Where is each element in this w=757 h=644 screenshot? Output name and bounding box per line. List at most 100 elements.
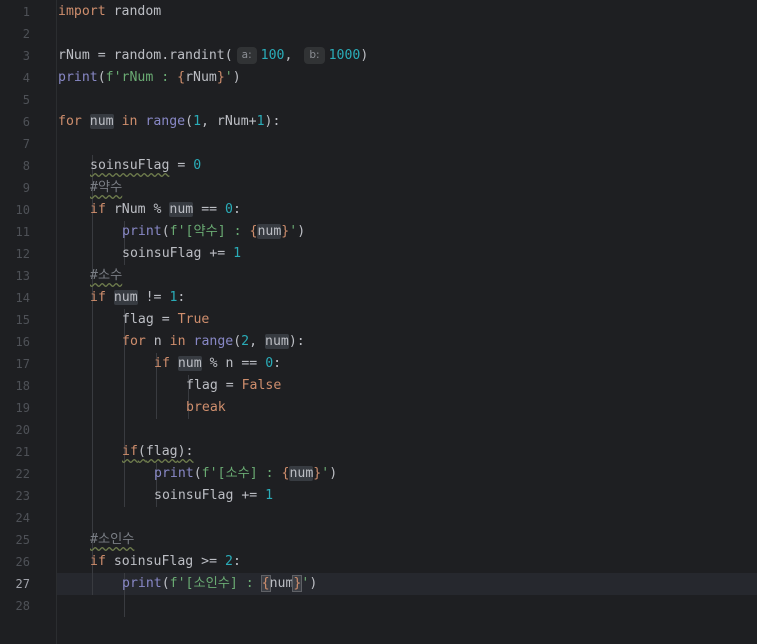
code-text: : bbox=[232, 554, 241, 569]
line-number[interactable]: 28 bbox=[0, 595, 30, 617]
code-text: != bbox=[137, 290, 170, 305]
highlighted-identifier: num bbox=[265, 334, 289, 349]
line-number[interactable]: 14 bbox=[0, 287, 30, 309]
code-text: random bbox=[105, 4, 162, 19]
code-line-18[interactable]: flag = False bbox=[186, 375, 281, 397]
code-text: ) bbox=[360, 48, 369, 63]
line-number[interactable]: 10 bbox=[0, 199, 30, 221]
line-number[interactable]: 17 bbox=[0, 353, 30, 375]
line-number[interactable]: 4 bbox=[0, 67, 30, 89]
builtin-function: print bbox=[122, 224, 162, 239]
code-editor[interactable]: 1 2 3 4 5 6 7 8 9 10 11 12 13 14 15 16 17 18 19 20 21 22 23 24 2… bbox=[0, 0, 757, 644]
keyword: break bbox=[186, 400, 226, 415]
code-text: ( bbox=[233, 334, 242, 349]
line-number[interactable]: 16 bbox=[0, 331, 30, 353]
line-number[interactable]: 25 bbox=[0, 529, 30, 551]
code-text: : bbox=[177, 290, 186, 305]
code-text: n bbox=[145, 334, 170, 349]
line-number[interactable]: 3 bbox=[0, 45, 30, 67]
string-literal: f'rNum : bbox=[105, 70, 178, 85]
code-area[interactable]: import random rNum = random.randint(a: 10… bbox=[57, 0, 757, 644]
line-number[interactable]: 9 bbox=[0, 177, 30, 199]
highlighted-identifier: num bbox=[169, 202, 194, 217]
code-line-17[interactable]: if num % n == 0: bbox=[154, 353, 281, 375]
code-text: soinsuFlag += bbox=[122, 246, 234, 261]
number-literal: 1000 bbox=[328, 48, 361, 63]
code-line-14[interactable]: if num != 1: bbox=[90, 287, 185, 309]
code-text: rNum bbox=[185, 70, 217, 85]
line-number[interactable]: 20 bbox=[0, 419, 30, 441]
line-number[interactable]: 7 bbox=[0, 133, 30, 155]
code-line-27[interactable]: print(f'[소인수] : {num}') bbox=[122, 573, 317, 595]
code-line-9[interactable]: #약수 bbox=[90, 177, 122, 199]
line-number[interactable]: 27 bbox=[0, 573, 30, 595]
line-number[interactable]: 13 bbox=[0, 265, 30, 287]
code-text: num bbox=[269, 576, 294, 591]
code-line-11[interactable]: print(f'[약수] : {num}') bbox=[122, 221, 305, 243]
code-line-10[interactable]: if rNum % num == 0: bbox=[90, 199, 241, 221]
line-number[interactable]: 23 bbox=[0, 485, 30, 507]
highlighted-identifier: num bbox=[289, 466, 314, 481]
number-literal: 1 bbox=[256, 114, 265, 129]
fstring-brace: { bbox=[177, 70, 186, 85]
line-number[interactable]: 1 bbox=[0, 1, 30, 23]
string-literal: ' bbox=[289, 224, 298, 239]
line-number[interactable]: 19 bbox=[0, 397, 30, 419]
builtin-function: print bbox=[58, 70, 98, 85]
line-number[interactable]: 11 bbox=[0, 221, 30, 243]
code-line-1[interactable]: import random bbox=[58, 1, 161, 23]
code-line-16[interactable]: for n in range(2, num): bbox=[122, 331, 305, 353]
line-number[interactable]: 26 bbox=[0, 551, 30, 573]
line-number[interactable]: 5 bbox=[0, 89, 30, 111]
string-literal: f'[약수] : bbox=[169, 224, 250, 239]
line-number[interactable]: 18 bbox=[0, 375, 30, 397]
builtin-function: print bbox=[122, 576, 162, 591]
line-number-gutter[interactable]: 1 2 3 4 5 6 7 8 9 10 11 12 13 14 15 16 17 18 19 20 21 22 23 24 2… bbox=[0, 0, 57, 644]
code-text: flag = bbox=[186, 378, 242, 393]
code-text: ( bbox=[97, 70, 106, 85]
code-line-4[interactable]: print(f'rNum : {rNum}') bbox=[58, 67, 241, 89]
line-number[interactable]: 2 bbox=[0, 23, 30, 45]
number-literal: 1 bbox=[233, 246, 242, 261]
code-text: % n == bbox=[201, 356, 266, 371]
code-line-21[interactable]: if(flag): bbox=[122, 441, 194, 463]
code-line-6[interactable]: for num in range(1, rNum+1): bbox=[58, 111, 280, 133]
code-line-8[interactable]: soinsuFlag = 0 bbox=[90, 155, 201, 177]
code-line-19[interactable]: break bbox=[186, 397, 226, 419]
code-line-23[interactable]: soinsuFlag += 1 bbox=[154, 485, 273, 507]
code-text: soinsuFlag += bbox=[154, 488, 266, 503]
number-literal: 0 bbox=[225, 202, 233, 217]
code-text: rNum = random.randint( bbox=[58, 48, 233, 63]
keyword: if bbox=[154, 356, 170, 371]
number-literal: 0 bbox=[193, 158, 202, 173]
code-text: soinsuFlag >= bbox=[105, 554, 225, 569]
line-number[interactable]: 22 bbox=[0, 463, 30, 485]
code-line-3[interactable]: rNum = random.randint(a: 100, b: 1000) bbox=[58, 45, 368, 67]
builtin-function: range bbox=[145, 114, 186, 129]
code-text: ): bbox=[288, 334, 305, 349]
code-text: ) bbox=[297, 224, 306, 239]
code-text: : bbox=[232, 202, 241, 217]
line-number[interactable]: 12 bbox=[0, 243, 30, 265]
code-line-25[interactable]: #소인수 bbox=[90, 529, 134, 551]
parameter-hint-a: a: bbox=[236, 47, 257, 64]
line-number[interactable]: 6 bbox=[0, 111, 30, 133]
code-line-13[interactable]: #소수 bbox=[90, 265, 122, 287]
code-line-26[interactable]: if soinsuFlag >= 2: bbox=[90, 551, 241, 573]
comment: #약수 bbox=[90, 180, 123, 195]
string-literal: f'[소수] : bbox=[201, 466, 282, 481]
line-number[interactable]: 15 bbox=[0, 309, 30, 331]
code-line-22[interactable]: print(f'[소수] : {num}') bbox=[154, 463, 337, 485]
code-text: ( bbox=[161, 576, 170, 591]
keyword: if bbox=[90, 290, 106, 305]
line-number[interactable]: 21 bbox=[0, 441, 30, 463]
matched-brace: { bbox=[260, 575, 271, 592]
line-number[interactable]: 24 bbox=[0, 507, 30, 529]
code-line-15[interactable]: flag = True bbox=[122, 309, 209, 331]
code-line-12[interactable]: soinsuFlag += 1 bbox=[122, 243, 241, 265]
line-number[interactable]: 8 bbox=[0, 155, 30, 177]
